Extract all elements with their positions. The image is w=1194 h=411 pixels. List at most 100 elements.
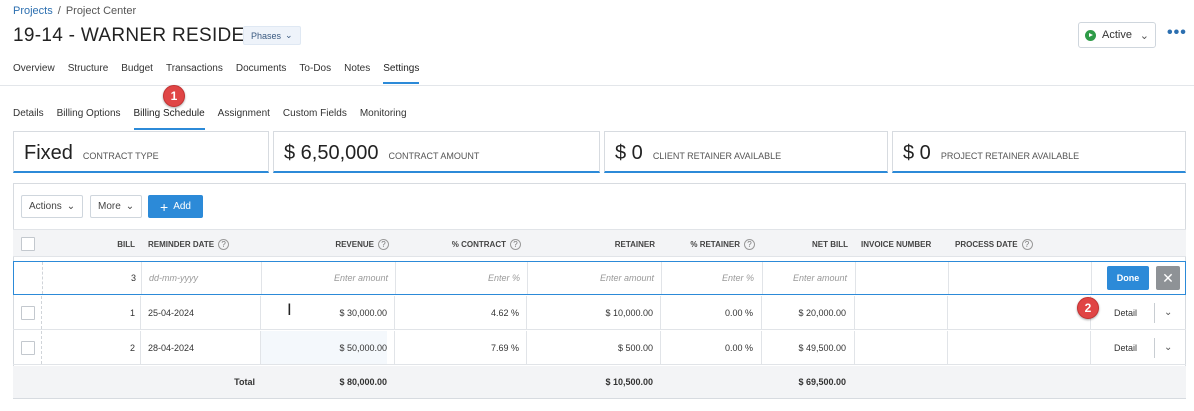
table-header: BILL REMINDER DATE ? REVENUE ? % CONTRAC… [13,229,1186,257]
divider [41,296,42,329]
subtab-billing-options[interactable]: Billing Options [57,108,121,130]
col-label: REMINDER DATE [148,239,215,249]
done-button[interactable]: Done [1107,266,1149,290]
net-bill-input[interactable]: Enter amount [764,262,847,294]
more-dropdown[interactable]: More ⌄ [90,195,143,218]
row-checkbox-cell [21,331,35,364]
help-icon[interactable]: ? [378,238,389,250]
tab-overview[interactable]: Overview [13,63,55,84]
tab-notes[interactable]: Notes [344,63,370,84]
pct-contract-cell[interactable]: 7.69 % [403,331,519,364]
actions-dropdown[interactable]: Actions ⌄ [21,195,84,218]
col-net-bill[interactable]: NET BILL [773,230,848,258]
bill-cell: 2 [129,342,135,353]
reminder-date-cell[interactable]: 28-04-2024 [148,331,194,364]
col-label: PROCESS DATE [955,239,1018,249]
chevron-down-icon[interactable]: ⌄ [1164,296,1172,329]
retainer-cell[interactable]: $ 10,000.00 [533,296,653,329]
chevron-down-icon: ⌄ [125,201,135,212]
subtab-details[interactable]: Details [13,108,44,130]
tab-budget[interactable]: Budget [121,63,153,84]
revenue-cell[interactable]: $ 50,000.00 [261,331,387,364]
pct-retainer-cell[interactable]: 0.00 % [663,331,753,364]
select-all-checkbox[interactable] [21,237,35,251]
card-label: CONTRACT AMOUNT [388,151,480,161]
divider [394,296,395,329]
col-reminder-date[interactable]: REMINDER DATE ? [148,230,230,258]
col-invoice-number[interactable]: INVOICE NUMBER [861,230,931,258]
tab-todos[interactable]: To-Dos [299,63,331,84]
divider [526,296,527,329]
add-button[interactable]: + Add [148,195,203,218]
pct-contract-input[interactable]: Enter % [404,262,520,294]
chevron-down-icon[interactable]: ⌄ [1164,331,1172,364]
table-row-edit[interactable]: 3 dd-mm-yyyy Enter amount Enter % Enter … [13,261,1186,295]
table-row[interactable]: 1 25-04-2024 $ 30,000.00 4.62 % $ 10,000… [13,296,1186,330]
subtab-custom-fields[interactable]: Custom Fields [283,108,347,130]
row-checkbox[interactable] [21,305,35,320]
tab-structure[interactable]: Structure [68,63,109,84]
annotation-badge-1: 1 [163,85,185,107]
cancel-cell: ✕ [1156,262,1180,294]
phases-dropdown[interactable]: Phases ⌄ [243,26,301,45]
divider [948,262,949,294]
bill-cell: 1 [129,307,135,318]
card-value: $ 6,50,000 [284,142,379,164]
tab-settings[interactable]: Settings [383,63,420,84]
card-project-retainer: $ 0 PROJECT RETAINER AVAILABLE [892,131,1186,173]
col-process-date[interactable]: PROCESS DATE ? [955,230,1033,258]
text-cursor-icon: Ι [287,300,292,319]
subtab-monitoring[interactable]: Monitoring [360,108,407,130]
more-label: More [98,201,121,212]
row-checkbox[interactable] [21,340,35,355]
divider [141,262,142,294]
reminder-date-input[interactable]: dd-mm-yyyy [149,262,259,294]
table-row[interactable]: 2 28-04-2024 $ 50,000.00 7.69 % $ 500.00… [13,331,1186,365]
col-retainer[interactable]: RETAINER [543,230,655,258]
revenue-input[interactable]: Enter amount [264,262,388,294]
divider [761,331,762,364]
card-value: $ 0 [615,142,643,164]
help-icon[interactable]: ? [744,238,755,250]
retainer-cell[interactable]: $ 500.00 [533,331,653,364]
detail-link[interactable]: Detail [1114,331,1137,364]
col-revenue[interactable]: REVENUE ? [263,230,389,258]
pct-retainer-input[interactable]: Enter % [664,262,754,294]
breadcrumb-projects-link[interactable]: Projects [13,5,53,17]
revenue-cell[interactable]: $ 30,000.00 [263,296,387,329]
card-label: CONTRACT TYPE [82,151,159,161]
subtab-assignment[interactable]: Assignment [218,108,270,130]
detail-link[interactable]: Detail [1114,296,1137,329]
divider [1091,262,1092,294]
tab-transactions[interactable]: Transactions [166,63,223,84]
row-checkbox-cell [21,296,35,329]
divider [947,296,948,329]
select-all-cell [21,230,35,258]
col-pct-contract[interactable]: % CONTRACT ? [403,230,521,258]
total-net-bill: $ 69,500.00 [798,377,846,387]
col-label: % RETAINER [690,239,740,249]
divider [261,262,262,294]
card-label: CLIENT RETAINER AVAILABLE [652,151,782,161]
chevron-down-icon: ⌄ [1139,29,1149,42]
help-icon[interactable]: ? [218,238,230,250]
pct-contract-cell[interactable]: 4.62 % [403,296,519,329]
divider [1154,338,1155,358]
card-contract-type: Fixed CONTRACT TYPE [13,131,269,173]
col-bill[interactable]: BILL [93,230,135,258]
help-icon[interactable]: ? [510,238,521,250]
status-dropdown[interactable]: Active ⌄ [1078,22,1156,48]
more-options-icon[interactable]: ••• [1167,25,1187,41]
reminder-date-cell[interactable]: 25-04-2024 [148,296,194,329]
subtab-billing-schedule[interactable]: Billing Schedule [133,108,205,130]
help-icon[interactable]: ? [1021,238,1033,250]
tab-documents[interactable]: Documents [236,63,287,84]
total-revenue: $ 80,000.00 [339,377,387,387]
main-tabs: Overview Structure Budget Transactions D… [13,63,420,84]
divider [140,296,141,329]
divider [42,262,43,294]
retainer-input[interactable]: Enter amount [534,262,654,294]
col-pct-retainer[interactable]: % RETAINER ? [673,230,755,258]
close-icon[interactable]: ✕ [1156,266,1180,290]
pct-retainer-cell[interactable]: 0.00 % [663,296,753,329]
